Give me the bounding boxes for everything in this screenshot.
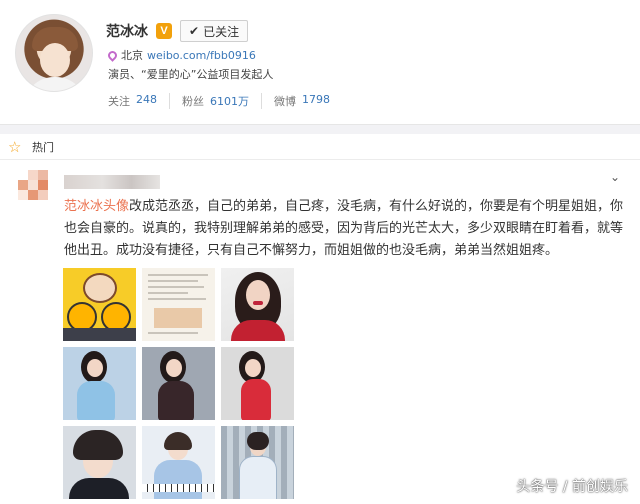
stat-label: 粉丝 — [182, 95, 204, 108]
verified-badge-icon: V — [156, 23, 172, 39]
stat-following[interactable]: 关注 248 — [108, 93, 170, 109]
stat-fans[interactable]: 粉丝 6101万 — [182, 93, 262, 109]
stat-label: 关注 — [108, 95, 130, 108]
profile-header: 范冰冰 V ✔ 已关注 北京 weibo.com/fbb0916 演员、“爱里的… — [0, 0, 640, 124]
photo-cartoon-avatar[interactable] — [63, 268, 136, 341]
profile-name[interactable]: 范冰冰 — [106, 21, 148, 41]
chevron-down-icon[interactable]: ⌄ — [610, 170, 620, 184]
profile-bio: 演员、“爱里的心”公益项目发起人 — [108, 68, 274, 81]
hot-label: 热门 — [32, 140, 54, 154]
photo-red-dress-portrait[interactable] — [221, 268, 294, 341]
photo-blue-dress[interactable] — [63, 347, 136, 420]
follow-button[interactable]: ✔ 已关注 — [180, 20, 249, 42]
photo-weibo-screenshot[interactable] — [142, 268, 215, 341]
star-icon: ☆ — [8, 137, 22, 156]
post-author-name-blurred[interactable] — [64, 175, 160, 189]
follow-button-label: 已关注 — [203, 24, 240, 39]
photo-dark-dress[interactable] — [142, 347, 215, 420]
stat-value: 248 — [136, 93, 157, 106]
location-pin-icon — [106, 48, 119, 62]
post-author-avatar[interactable] — [18, 170, 48, 200]
stat-posts[interactable]: 微博 1798 — [274, 93, 342, 109]
stat-value: 1798 — [302, 93, 330, 106]
watermark: 头条号 / 前创娱乐 — [516, 479, 628, 495]
hot-section-bar: ☆ 热门 — [0, 134, 640, 160]
name-row: 范冰冰 V ✔ 已关注 — [106, 20, 249, 42]
profile-avatar[interactable] — [15, 14, 93, 92]
profile-link[interactable]: weibo.com/fbb0916 — [147, 49, 256, 62]
section-divider — [0, 124, 640, 134]
profile-stats: 关注 248 粉丝 6101万 微博 1798 — [108, 93, 354, 109]
post-link[interactable]: 范冰冰头像 — [64, 199, 129, 214]
photo-young-man-piano[interactable] — [142, 426, 215, 499]
post-text-part: 改成范丞丞 — [129, 199, 195, 214]
stat-label: 微博 — [274, 95, 296, 108]
photo-red-sweater[interactable] — [221, 347, 294, 420]
photo-young-man-closeup[interactable] — [63, 426, 136, 499]
location-row: 北京 weibo.com/fbb0916 — [106, 47, 256, 63]
photo-young-man-airport[interactable] — [221, 426, 294, 499]
stat-value: 6101万 — [210, 95, 249, 108]
location-text: 北京 — [121, 49, 143, 62]
post-text: 范冰冰头像改成范丞丞，自己的弟弟，自己疼，没毛病，有什么好说的，你要是有个明星姐… — [64, 196, 624, 262]
check-icon: ✔ — [189, 24, 200, 38]
